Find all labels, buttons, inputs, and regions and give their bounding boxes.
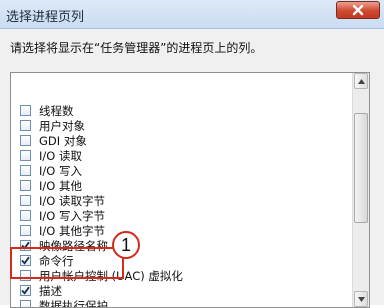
column-list-item[interactable]: 线程数 bbox=[11, 103, 353, 118]
title-bar: 选择进程页列 bbox=[0, 0, 384, 29]
column-checkbox[interactable] bbox=[20, 120, 31, 131]
column-checkbox[interactable] bbox=[20, 180, 31, 191]
column-label: I/O 写入字节 bbox=[39, 208, 105, 224]
close-icon bbox=[352, 4, 364, 16]
callout-badge: 1 bbox=[112, 231, 140, 259]
column-label: 线程数 bbox=[39, 103, 74, 119]
column-label: I/O 其他字节 bbox=[39, 223, 105, 239]
column-checkbox[interactable] bbox=[20, 165, 31, 176]
chevron-up-icon bbox=[358, 79, 365, 84]
column-label: 数据执行保护 bbox=[39, 298, 108, 308]
column-list-item[interactable]: 描述 bbox=[11, 283, 353, 298]
column-list-item[interactable]: 用户对象 bbox=[11, 118, 353, 133]
column-label: 描述 bbox=[39, 283, 62, 299]
column-list-item[interactable]: 数据执行保护 bbox=[11, 298, 353, 308]
column-list-item[interactable]: I/O 其他字节 bbox=[11, 223, 353, 238]
column-checkbox[interactable] bbox=[20, 195, 31, 206]
column-list-item[interactable]: I/O 写入 bbox=[11, 163, 353, 178]
column-list-item[interactable]: I/O 其他 bbox=[11, 178, 353, 193]
window-title: 选择进程页列 bbox=[6, 6, 84, 25]
dialog-prompt: 请选择将显示在“任务管理器”的进程页上的列。 bbox=[10, 39, 262, 56]
column-list-item[interactable]: I/O 读取字节 bbox=[11, 193, 353, 208]
dialog-body: 请选择将显示在“任务管理器”的进程页上的列。 线程数用户对象GDI 对象I/O … bbox=[0, 29, 384, 305]
highlight-box bbox=[10, 247, 124, 279]
column-label: I/O 写入 bbox=[39, 163, 82, 179]
column-checkbox[interactable] bbox=[20, 135, 31, 146]
vertical-scrollbar[interactable] bbox=[352, 73, 369, 307]
column-checkbox[interactable] bbox=[20, 210, 31, 221]
column-checkbox[interactable] bbox=[20, 285, 31, 296]
scroll-up-button[interactable] bbox=[354, 73, 368, 89]
scroll-thumb[interactable] bbox=[354, 113, 368, 223]
column-checkbox[interactable] bbox=[20, 105, 31, 116]
column-checkbox[interactable] bbox=[20, 300, 31, 308]
column-list-item[interactable]: I/O 写入字节 bbox=[11, 208, 353, 223]
column-label: GDI 对象 bbox=[39, 133, 87, 149]
column-checkbox[interactable] bbox=[20, 225, 31, 236]
column-label: I/O 读取字节 bbox=[39, 193, 105, 209]
column-label: I/O 读取 bbox=[39, 148, 82, 164]
column-label: I/O 其他 bbox=[39, 178, 82, 194]
chevron-down-icon bbox=[358, 297, 365, 302]
close-button[interactable] bbox=[336, 1, 380, 19]
check-icon bbox=[21, 286, 30, 295]
column-list-item[interactable]: GDI 对象 bbox=[11, 133, 353, 148]
column-checkbox[interactable] bbox=[20, 150, 31, 161]
column-label: 用户对象 bbox=[39, 118, 85, 134]
column-list-item[interactable]: I/O 读取 bbox=[11, 148, 353, 163]
